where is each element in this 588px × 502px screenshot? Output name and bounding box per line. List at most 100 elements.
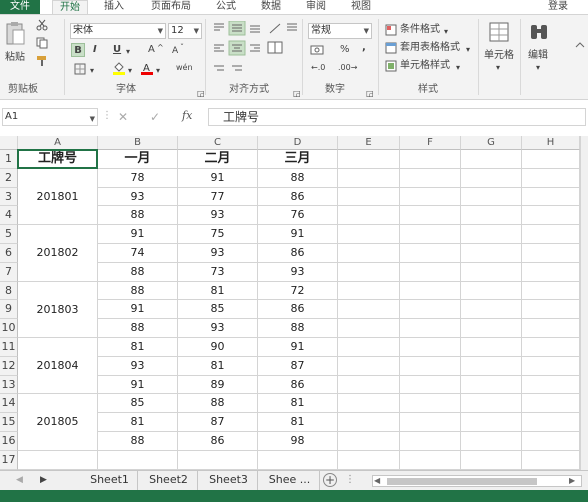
- empty-cell[interactable]: [338, 413, 400, 432]
- empty-cell[interactable]: [338, 168, 400, 188]
- merged-id-cell[interactable]: 201803: [18, 281, 98, 338]
- value-cell[interactable]: 87: [178, 413, 258, 432]
- value-cell[interactable]: 81: [98, 413, 178, 432]
- empty-cell[interactable]: [338, 206, 400, 226]
- row-header[interactable]: 9: [0, 300, 18, 320]
- value-cell[interactable]: 91: [98, 375, 178, 395]
- value-cell[interactable]: 91: [98, 300, 178, 320]
- row-header[interactable]: 5: [0, 225, 18, 244]
- sheet-tab[interactable]: Sheet1: [82, 471, 138, 490]
- value-cell[interactable]: 88: [98, 206, 178, 226]
- format-as-table-button[interactable]: 套用表格格式: [400, 41, 460, 55]
- empty-cell[interactable]: [461, 450, 522, 470]
- row-header[interactable]: 15: [0, 413, 18, 432]
- value-cell[interactable]: 93: [258, 262, 338, 282]
- empty-cell[interactable]: [522, 206, 580, 226]
- empty-cell[interactable]: [461, 225, 522, 244]
- value-cell[interactable]: 93: [178, 319, 258, 338]
- copy-icon[interactable]: [36, 37, 48, 49]
- empty-cell[interactable]: [338, 300, 400, 320]
- login-link[interactable]: 登录: [540, 0, 576, 14]
- row-header[interactable]: 12: [0, 356, 18, 376]
- empty-cell[interactable]: [461, 281, 522, 301]
- row-header[interactable]: 7: [0, 262, 18, 282]
- row-header[interactable]: 14: [0, 394, 18, 414]
- empty-cell[interactable]: [400, 262, 461, 282]
- empty-cell[interactable]: [338, 244, 400, 263]
- row-header[interactable]: 6: [0, 244, 18, 263]
- value-cell[interactable]: 88: [98, 262, 178, 282]
- increase-font-button[interactable]: A: [148, 43, 155, 57]
- empty-cell[interactable]: [400, 356, 461, 376]
- menu-tab-insert[interactable]: 插入: [98, 0, 130, 14]
- empty-cell[interactable]: [522, 338, 580, 357]
- decrease-decimal-icon[interactable]: .00→: [338, 61, 357, 75]
- empty-cell[interactable]: [400, 300, 461, 320]
- empty-cell[interactable]: [338, 394, 400, 414]
- empty-cell[interactable]: [258, 450, 338, 470]
- empty-cell[interactable]: [400, 338, 461, 357]
- empty-cell[interactable]: [522, 244, 580, 263]
- empty-cell[interactable]: [400, 432, 461, 451]
- empty-cell[interactable]: [522, 225, 580, 244]
- empty-cell[interactable]: [522, 168, 580, 188]
- value-cell[interactable]: 89: [178, 375, 258, 395]
- value-cell[interactable]: 91: [258, 338, 338, 357]
- value-cell[interactable]: 81: [178, 356, 258, 376]
- font-name-select[interactable]: 宋体 ▼: [70, 23, 166, 39]
- empty-cell[interactable]: [338, 225, 400, 244]
- empty-cell[interactable]: [522, 187, 580, 207]
- dialog-launcher-icon[interactable]: ◲: [293, 87, 301, 101]
- bold-button[interactable]: B: [71, 43, 85, 57]
- cut-icon[interactable]: [36, 19, 48, 31]
- currency-icon[interactable]: [310, 43, 326, 57]
- empty-cell[interactable]: [461, 432, 522, 451]
- horizontal-scrollbar[interactable]: ◀ ▶: [372, 475, 582, 487]
- enter-icon[interactable]: ✓: [150, 110, 160, 124]
- number-format-select[interactable]: 常规 ▼: [308, 23, 372, 39]
- column-header[interactable]: H: [522, 136, 580, 150]
- empty-cell[interactable]: [98, 450, 178, 470]
- empty-cell[interactable]: [522, 394, 580, 414]
- add-sheet-icon[interactable]: +: [323, 473, 337, 487]
- select-all-corner[interactable]: [0, 136, 18, 150]
- value-cell[interactable]: 93: [178, 206, 258, 226]
- value-cell[interactable]: 88: [98, 432, 178, 451]
- empty-cell[interactable]: [338, 187, 400, 207]
- value-cell[interactable]: 86: [258, 244, 338, 263]
- empty-cell[interactable]: [461, 262, 522, 282]
- empty-cell[interactable]: [400, 244, 461, 263]
- row-header[interactable]: 1: [0, 150, 18, 169]
- cell-styles-button[interactable]: 单元格样式: [400, 59, 450, 73]
- empty-cell[interactable]: [18, 450, 98, 470]
- empty-cell[interactable]: [400, 168, 461, 188]
- empty-cell[interactable]: [461, 187, 522, 207]
- dialog-launcher-icon[interactable]: ◲: [197, 87, 205, 101]
- value-cell[interactable]: 81: [178, 281, 258, 301]
- empty-cell[interactable]: [522, 450, 580, 470]
- font-color-icon[interactable]: A: [140, 61, 154, 75]
- empty-cell[interactable]: [400, 225, 461, 244]
- column-header[interactable]: G: [461, 136, 522, 150]
- value-cell[interactable]: 91: [178, 168, 258, 188]
- scroll-left-icon[interactable]: ◀: [374, 476, 380, 485]
- value-cell[interactable]: 88: [258, 168, 338, 188]
- empty-cell[interactable]: [338, 150, 400, 169]
- empty-cell[interactable]: [461, 206, 522, 226]
- empty-cell[interactable]: [522, 262, 580, 282]
- empty-cell[interactable]: [522, 150, 580, 169]
- format-painter-icon[interactable]: [36, 55, 48, 67]
- menu-file[interactable]: 文件: [0, 0, 40, 14]
- empty-cell[interactable]: [461, 356, 522, 376]
- worksheet-grid[interactable]: A B C D E F G H 1 2 3 4 5 6 7 8 9 10 11 12 13 14 15 16 17 工牌号 一月 二月…: [0, 136, 580, 470]
- empty-cell[interactable]: [400, 413, 461, 432]
- column-header[interactable]: D: [258, 136, 338, 150]
- empty-cell[interactable]: [461, 244, 522, 263]
- increase-decimal-icon[interactable]: ←.0: [311, 61, 325, 75]
- sheet-tab[interactable]: Sheet2: [140, 471, 198, 490]
- value-cell[interactable]: 86: [258, 187, 338, 207]
- previous-sheet-icon[interactable]: ◀: [16, 475, 23, 485]
- sheet-tab[interactable]: Sheet3: [200, 471, 258, 490]
- value-cell[interactable]: 81: [98, 338, 178, 357]
- value-cell[interactable]: 81: [258, 413, 338, 432]
